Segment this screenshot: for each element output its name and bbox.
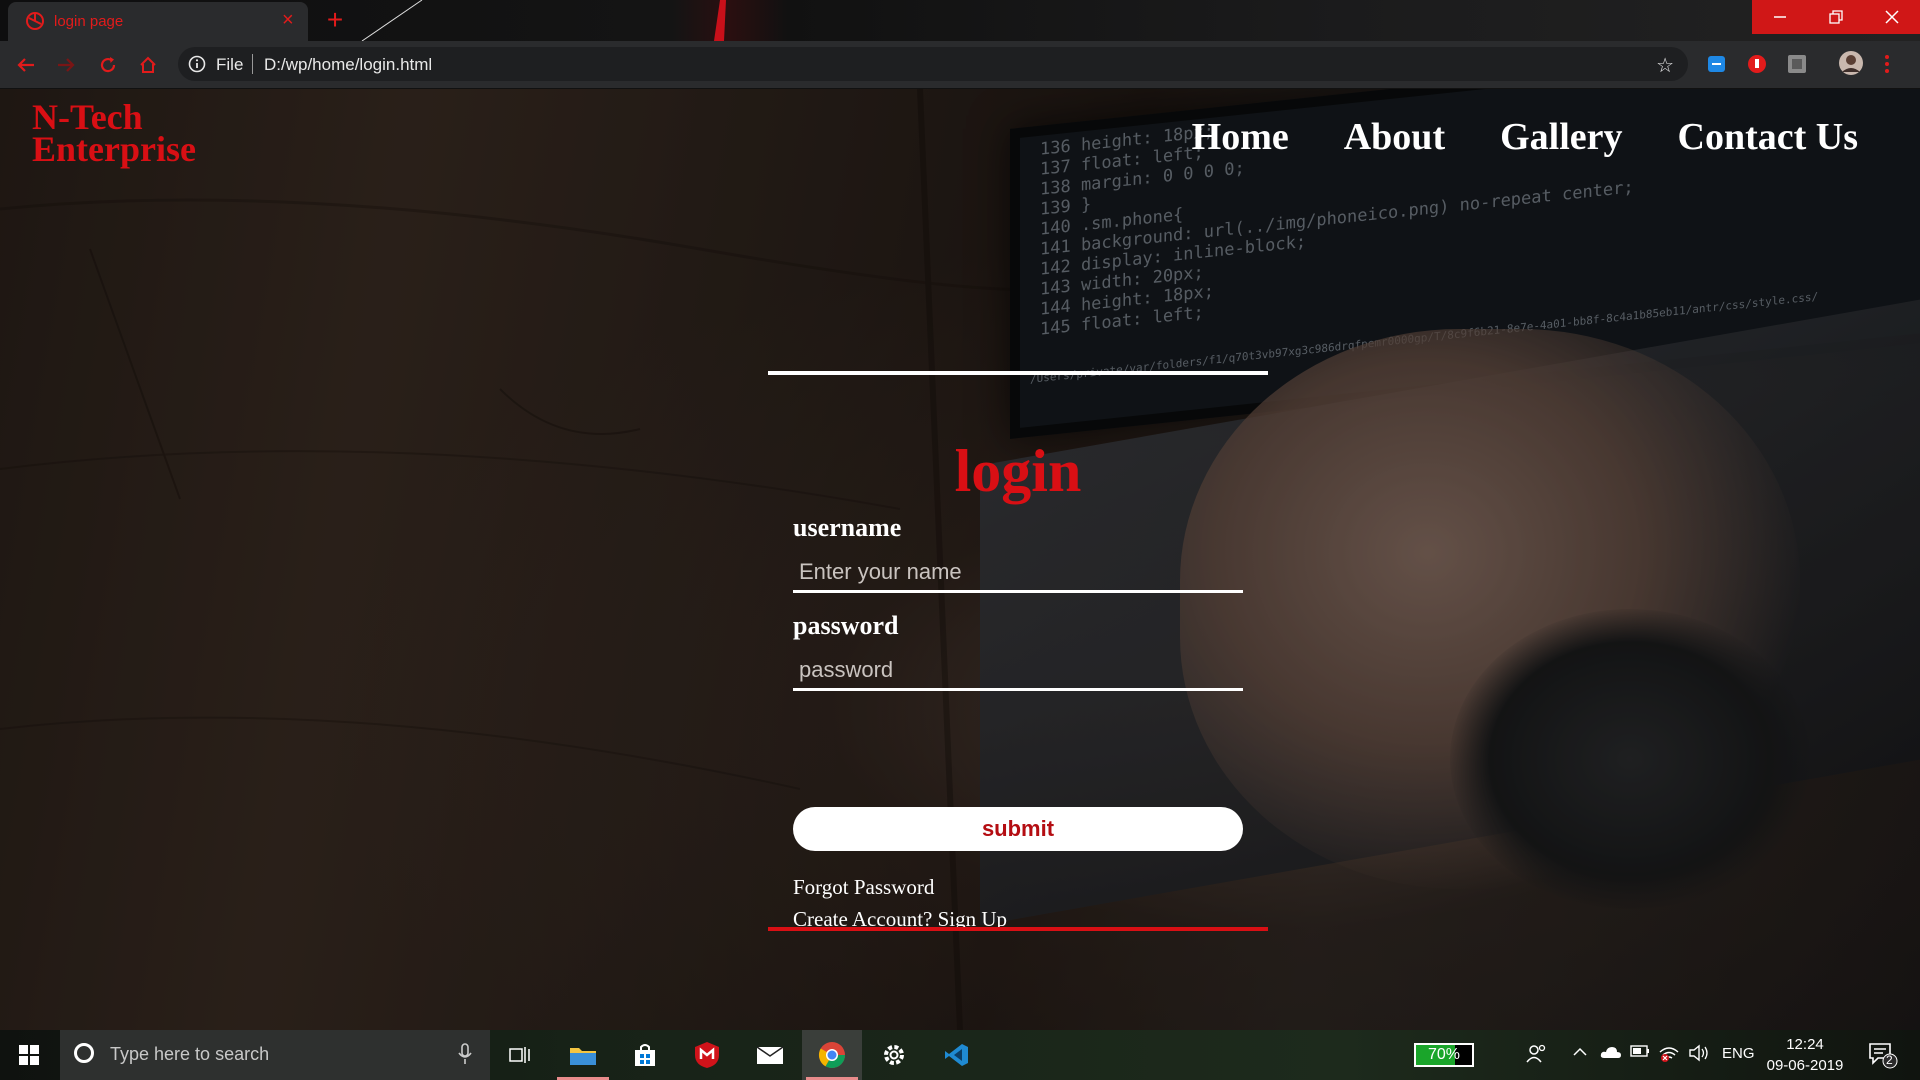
extension-adblock-icon[interactable] bbox=[1746, 53, 1768, 75]
chrome-button[interactable] bbox=[802, 1030, 862, 1080]
forgot-password-link[interactable]: Forgot Password bbox=[793, 875, 934, 900]
info-icon[interactable] bbox=[188, 55, 206, 78]
clock-time: 12:24 bbox=[1786, 1036, 1824, 1053]
extension-translate-icon[interactable] bbox=[1706, 53, 1728, 75]
tab-title: login page bbox=[54, 13, 124, 30]
chrome-icon bbox=[818, 1042, 846, 1069]
browser-toolbar: File D:/wp/home/login.html ☆ bbox=[0, 41, 1920, 89]
battery-indicator[interactable]: 70% bbox=[1414, 1043, 1474, 1067]
cortana-icon bbox=[74, 1043, 94, 1063]
tab-close-icon[interactable]: × bbox=[282, 10, 294, 30]
gear-icon bbox=[884, 1045, 904, 1065]
start-button[interactable] bbox=[0, 1030, 58, 1080]
settings-button[interactable] bbox=[864, 1030, 924, 1080]
back-button[interactable] bbox=[12, 51, 40, 79]
password-input[interactable] bbox=[793, 651, 1243, 691]
nav-contact-us[interactable]: Contact Us bbox=[1678, 115, 1858, 159]
store-button[interactable] bbox=[615, 1030, 675, 1080]
mail-button[interactable] bbox=[740, 1030, 800, 1080]
task-view-button[interactable] bbox=[490, 1030, 550, 1080]
windows-logo-icon bbox=[19, 1045, 39, 1065]
reload-icon bbox=[100, 57, 116, 73]
tabstrip-decoration bbox=[361, 0, 726, 41]
action-center-button[interactable]: 2 bbox=[1868, 1040, 1898, 1075]
main-nav: Home About Gallery Contact Us bbox=[1192, 115, 1858, 159]
submit-button[interactable]: submit bbox=[793, 807, 1243, 851]
notification-count: 2 bbox=[1886, 1053, 1893, 1067]
nav-about[interactable]: About bbox=[1344, 115, 1445, 159]
nav-gallery[interactable]: Gallery bbox=[1500, 115, 1622, 159]
restore-icon bbox=[1829, 10, 1843, 24]
bookmark-star-icon[interactable]: ☆ bbox=[1656, 53, 1674, 78]
home-button[interactable] bbox=[134, 51, 162, 79]
browser-tab[interactable]: login page × bbox=[8, 2, 308, 41]
battery-status-icon[interactable] bbox=[1630, 1044, 1650, 1063]
page-viewport: 136 height: 18px; 137 float: left; 138 m… bbox=[0, 89, 1920, 1030]
reload-button[interactable] bbox=[94, 51, 122, 79]
search-placeholder: Type here to search bbox=[110, 1044, 270, 1064]
mail-envelope-icon bbox=[756, 1046, 784, 1064]
onedrive-cloud-icon[interactable] bbox=[1600, 1044, 1622, 1065]
extension-generic-icon[interactable] bbox=[1786, 53, 1808, 75]
clock-date: 09-06-2019 bbox=[1766, 1057, 1844, 1074]
vscode-button[interactable] bbox=[926, 1030, 986, 1080]
file-explorer-button[interactable] bbox=[553, 1030, 613, 1080]
nav-home[interactable]: Home bbox=[1192, 115, 1289, 159]
login-top-border bbox=[768, 371, 1268, 375]
profile-avatar[interactable] bbox=[1838, 50, 1864, 76]
people-icon[interactable] bbox=[1526, 1044, 1546, 1069]
minimize-button[interactable] bbox=[1752, 0, 1808, 34]
network-wifi-icon[interactable] bbox=[1658, 1044, 1680, 1067]
login-bottom-border bbox=[768, 927, 1268, 931]
mcafee-shield-icon bbox=[695, 1042, 719, 1068]
username-label: username bbox=[793, 513, 902, 542]
restore-button[interactable] bbox=[1808, 0, 1864, 34]
mcafee-button[interactable] bbox=[677, 1030, 737, 1080]
windows-taskbar: Type here to search 70% ENG 12:24 09-06-… bbox=[0, 1030, 1920, 1080]
window-controls bbox=[1752, 0, 1920, 34]
home-icon bbox=[140, 56, 156, 73]
close-icon bbox=[1885, 10, 1899, 24]
task-view-icon bbox=[509, 1047, 530, 1063]
notification-icon bbox=[1869, 1043, 1898, 1069]
vscode-icon bbox=[945, 1044, 968, 1066]
language-indicator[interactable]: ENG bbox=[1722, 1045, 1755, 1062]
menu-kebab-icon[interactable] bbox=[1884, 53, 1894, 75]
microphone-icon[interactable] bbox=[458, 1042, 472, 1071]
close-window-button[interactable] bbox=[1864, 0, 1920, 34]
password-label: password bbox=[793, 611, 899, 640]
store-bag-icon bbox=[635, 1044, 655, 1066]
site-logo[interactable]: N-Tech Enterprise bbox=[32, 99, 252, 169]
show-hidden-icons-chevron-up-icon[interactable] bbox=[1572, 1044, 1588, 1065]
login-form: login username password submit Forgot Pa… bbox=[768, 371, 1268, 931]
new-tab-button[interactable]: + bbox=[318, 6, 352, 36]
arrow-right-icon bbox=[58, 58, 75, 72]
taskbar-clock[interactable]: 12:24 09-06-2019 bbox=[1765, 1034, 1845, 1076]
address-scheme: File bbox=[216, 55, 244, 74]
arrow-left-icon bbox=[17, 58, 34, 72]
address-bar[interactable]: File D:/wp/home/login.html ☆ bbox=[178, 47, 1688, 81]
forward-button[interactable] bbox=[52, 51, 80, 79]
minimize-icon bbox=[1774, 16, 1786, 18]
volume-icon[interactable] bbox=[1688, 1044, 1710, 1067]
brand-line-2: Enterprise bbox=[32, 129, 196, 169]
login-title: login bbox=[954, 438, 1082, 504]
username-input[interactable] bbox=[793, 553, 1243, 593]
folder-icon bbox=[570, 1048, 596, 1065]
browser-tab-strip: login page × + bbox=[0, 0, 1920, 41]
chrome-favicon-icon bbox=[26, 12, 44, 35]
taskbar-search-box[interactable]: Type here to search bbox=[60, 1030, 490, 1080]
address-url[interactable]: D:/wp/home/login.html bbox=[264, 55, 432, 75]
address-separator bbox=[252, 54, 253, 74]
